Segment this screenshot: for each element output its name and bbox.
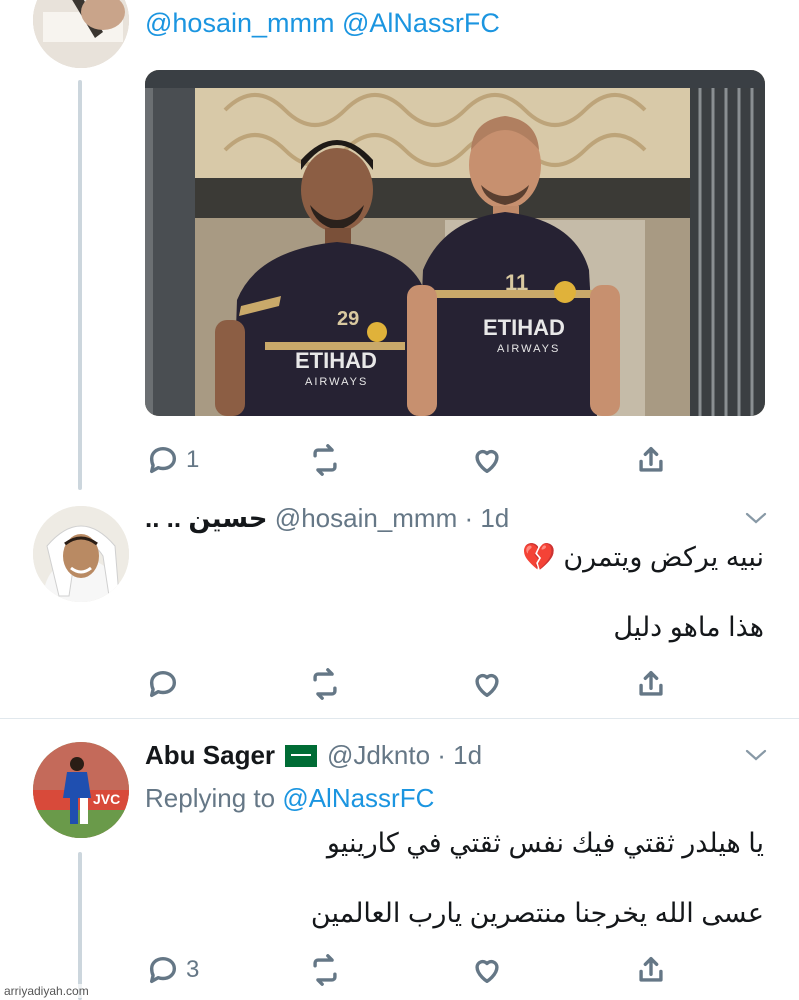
reply-icon: [149, 446, 177, 474]
tweet2-text-line2: هذا ماهو دليل: [613, 612, 764, 642]
share-icon: [639, 670, 663, 696]
svg-text:ETIHAD: ETIHAD: [483, 315, 565, 340]
jersey-left-number: 29: [337, 308, 359, 330]
retweet-icon: [313, 954, 337, 986]
retweet-icon: [313, 668, 337, 700]
jersey-right-number: 11: [505, 270, 528, 295]
share-button[interactable]: [634, 953, 668, 987]
thread-line-1: [78, 80, 82, 490]
tweet3-handle-time[interactable]: @Jdknto · 1d: [327, 740, 482, 771]
tweet3-header: Abu Sager @Jdknto · 1d: [145, 740, 482, 771]
tweet2-menu-chevron[interactable]: [744, 508, 768, 533]
reply-button[interactable]: [146, 667, 180, 701]
tweet3-replying-to: Replying to @AlNassrFC: [145, 783, 435, 813]
tweet-divider: [0, 718, 799, 719]
tweet2-handle-time[interactable]: @hosain_mmm · 1d: [275, 503, 509, 533]
like-button[interactable]: [470, 667, 504, 701]
tweet1-media-image[interactable]: 29 ETIHAD AIRWAYS 11 ETIHAD AIRWAYS: [145, 70, 765, 416]
photo-two-players: 29 ETIHAD AIRWAYS 11 ETIHAD AIRWAYS: [145, 70, 765, 416]
share-button[interactable]: [634, 443, 668, 477]
avatar-tweet1[interactable]: [33, 0, 129, 68]
svg-text:AIRWAYS: AIRWAYS: [497, 343, 560, 355]
like-button[interactable]: [470, 953, 504, 987]
tweet3-text-line1: يا هيلدر ثقتي فيك نفس ثقتي في كارينيو: [326, 828, 764, 858]
heart-icon: [475, 673, 499, 698]
svg-text:AIRWAYS: AIRWAYS: [305, 376, 368, 388]
retweet-button[interactable]: [308, 443, 342, 477]
retweet-button[interactable]: [308, 667, 342, 701]
retweet-button[interactable]: [308, 953, 342, 987]
chevron-down-icon: [745, 749, 767, 761]
reply-button[interactable]: 1: [146, 443, 199, 477]
svg-text:JVC: JVC: [93, 791, 120, 807]
avatar-tweet3[interactable]: JVC: [33, 742, 129, 838]
reply-icon: [149, 670, 177, 698]
share-icon: [639, 956, 663, 982]
like-button[interactable]: [470, 443, 504, 477]
thread-line-2: [78, 852, 82, 1000]
tweet3-display-name[interactable]: Abu Sager: [145, 740, 275, 771]
avatar-footballer-icon: JVC: [33, 742, 129, 838]
avatar-tweet2[interactable]: [33, 506, 129, 602]
site-watermark: arriyadiyah.com: [4, 984, 89, 998]
tweet2-header: حسين .. .. @hosain_mmm · 1d: [145, 503, 509, 534]
avatar-man-ghutra-icon: [33, 506, 129, 602]
reply-button[interactable]: 3: [146, 953, 199, 987]
reply-icon: [149, 956, 177, 984]
svg-text:ETIHAD: ETIHAD: [295, 348, 377, 373]
tweet3-menu-chevron[interactable]: [744, 745, 768, 770]
reply-count: 3: [186, 956, 200, 983]
replying-to-link[interactable]: @AlNassrFC: [282, 783, 434, 813]
chevron-down-icon: [745, 512, 767, 524]
share-button[interactable]: [634, 667, 668, 701]
saudi-flag-icon: [285, 744, 318, 767]
reply-count: 1: [186, 446, 200, 473]
tweet2-text-line1: نبيه يركض ويتمرن 💔: [522, 542, 764, 572]
share-icon: [639, 446, 663, 472]
tweet3-text-line2: عسى الله يخرجنا منتصرين يارب العالمين: [310, 898, 764, 928]
tweet1-mentions[interactable]: @hosain_mmm @AlNassrFC: [145, 8, 500, 39]
heart-icon: [475, 959, 499, 984]
heart-icon: [475, 449, 499, 474]
retweet-icon: [313, 444, 337, 476]
tweet2-display-name[interactable]: حسين .. ..: [145, 503, 268, 533]
avatar-writing-hand-icon: [33, 0, 129, 68]
